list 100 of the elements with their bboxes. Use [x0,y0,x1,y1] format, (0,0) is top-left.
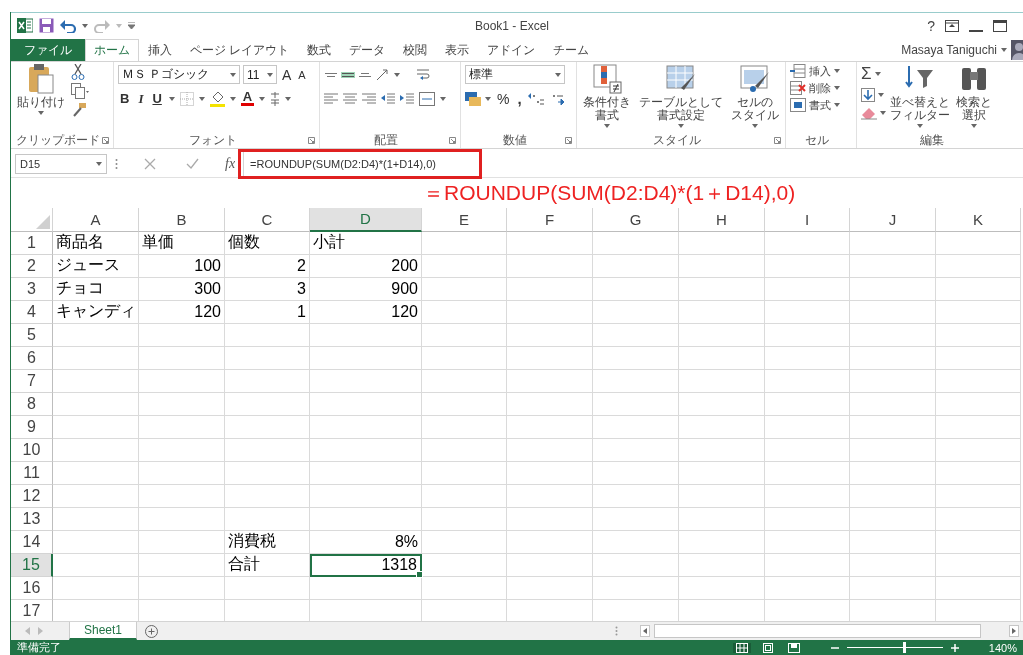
caret-icon[interactable] [267,72,273,77]
caret-icon[interactable] [834,86,840,91]
merge-cells-icon[interactable] [419,91,435,106]
format-cells-button[interactable]: 書式 [790,97,852,113]
shrink-font-button[interactable]: A [296,68,308,81]
dialog-launcher-icon[interactable] [449,136,456,144]
clipboard-icon[interactable] [28,63,54,94]
increase-indent-icon[interactable] [400,92,414,105]
caret-icon[interactable] [678,123,684,128]
caret-icon[interactable] [38,110,44,115]
column-header[interactable]: I [765,207,850,232]
cell-styles-button[interactable]: セルの スタイル [729,63,781,128]
row-header[interactable]: 7 [11,369,53,393]
insert-cells-button[interactable]: 挿入 [790,63,852,79]
ribbon-display-icon[interactable] [945,19,959,32]
paste-button[interactable]: 貼り付け [15,63,67,115]
caret-icon[interactable] [394,72,400,77]
formula-field[interactable]: =ROUNDUP(SUM(D2:D4)*(1+D14),0) [244,157,1017,170]
column-header[interactable]: D [310,207,422,232]
row-header[interactable]: 9 [11,415,53,439]
vertical-align-button[interactable] [324,71,338,78]
caret-icon[interactable] [285,96,292,101]
dialog-launcher-icon[interactable] [102,136,109,144]
row-header[interactable]: 3 [11,277,53,301]
accounting-icon[interactable] [465,91,481,106]
font-color-button[interactable]: A [240,91,255,107]
caret-icon[interactable] [834,103,840,108]
caret-icon[interactable] [555,72,561,77]
caret-icon[interactable] [198,96,205,101]
caret-icon[interactable] [880,110,886,115]
file-tab[interactable]: ファイル [11,38,85,61]
caret-icon[interactable] [229,96,236,101]
conditional-format-button[interactable]: 条件付き 書式 [581,63,633,128]
font-size-field[interactable]: 11 [243,65,277,85]
delete-cells-button[interactable]: 削除 [790,80,852,96]
comma-button[interactable]: , [515,90,524,108]
slider-thumb[interactable] [902,642,906,653]
caret-icon[interactable] [259,96,266,101]
format-as-table-button[interactable]: テーブルとして 書式設定 [637,63,725,128]
ribbon-tab[interactable]: チーム [544,38,599,61]
name-box[interactable]: D15 [15,153,107,174]
autosum-button[interactable]: Σ [861,63,886,84]
caret-icon[interactable] [874,71,881,76]
more-icon[interactable] [115,157,118,170]
italic-button[interactable]: I [136,90,146,107]
format-painter-icon[interactable] [71,101,87,118]
percent-button[interactable]: % [495,90,512,107]
dialog-launcher-icon[interactable] [774,136,781,144]
undo-icon[interactable] [60,18,76,33]
save-icon[interactable] [39,18,54,34]
scroll-right-icon[interactable] [1009,625,1019,637]
column-header[interactable]: F [507,207,593,232]
sheet-tab[interactable]: Sheet1 [69,622,138,640]
row-header[interactable]: 16 [11,576,53,600]
sort-filter-button[interactable]: 並べ替えと フィルター [888,63,952,128]
ribbon-tab[interactable]: 挿入 [139,38,181,61]
vertical-align-button[interactable] [341,71,355,78]
dialog-launcher-icon[interactable] [308,136,315,144]
column-header[interactable]: A [53,207,139,232]
row-header[interactable]: 2 [11,254,53,278]
wrap-text-icon[interactable] [416,67,432,82]
help-button[interactable]: ? [927,17,935,34]
vertical-align-button[interactable] [358,71,372,78]
phonetic-icon[interactable] [270,91,281,106]
fill-color-icon[interactable] [209,90,225,107]
row-header[interactable]: 10 [11,438,53,462]
caret-icon[interactable] [834,69,840,74]
caret-icon[interactable] [485,96,491,101]
add-sheet-icon[interactable] [145,624,159,638]
fill-down-icon[interactable] [861,87,875,102]
orientation-icon[interactable] [375,67,391,82]
zoom-level[interactable]: 140% [988,641,1017,654]
caret-icon[interactable] [971,123,977,128]
insert-function-button[interactable]: fx [225,155,236,172]
ribbon-tab[interactable]: ページ レイアウト [181,38,299,61]
caret-icon[interactable] [440,96,446,101]
row-header[interactable]: 1 [11,231,53,255]
caret-icon[interactable] [878,92,884,97]
maximize-icon[interactable] [993,19,1007,32]
caret-icon[interactable] [917,123,923,128]
account-name[interactable]: Masaya Taniguchi [901,42,997,57]
avatar-icon[interactable] [1011,39,1023,60]
scroll-left-icon[interactable] [640,625,650,637]
ribbon-tab[interactable]: 表示 [436,38,479,61]
copy-icon[interactable] [71,82,89,99]
ribbon-tab[interactable]: アドイン [478,38,545,61]
caret-icon[interactable] [1001,47,1007,52]
caret-icon[interactable] [168,96,175,101]
row-header[interactable]: 12 [11,484,53,508]
grow-font-button[interactable]: A [280,66,294,83]
horizontal-scrollbar[interactable] [654,624,981,638]
column-header[interactable]: E [422,207,507,232]
underline-button[interactable]: U [150,91,164,107]
font-name-field[interactable]: ＭＳ Ｐゴシック [118,65,240,85]
column-header[interactable]: H [679,207,765,232]
row-header[interactable]: 8 [11,392,53,416]
ribbon-tab[interactable]: 数式 [298,38,341,61]
caret-icon[interactable] [752,123,758,128]
bold-button[interactable]: B [118,91,132,107]
row-header[interactable]: 6 [11,346,53,370]
